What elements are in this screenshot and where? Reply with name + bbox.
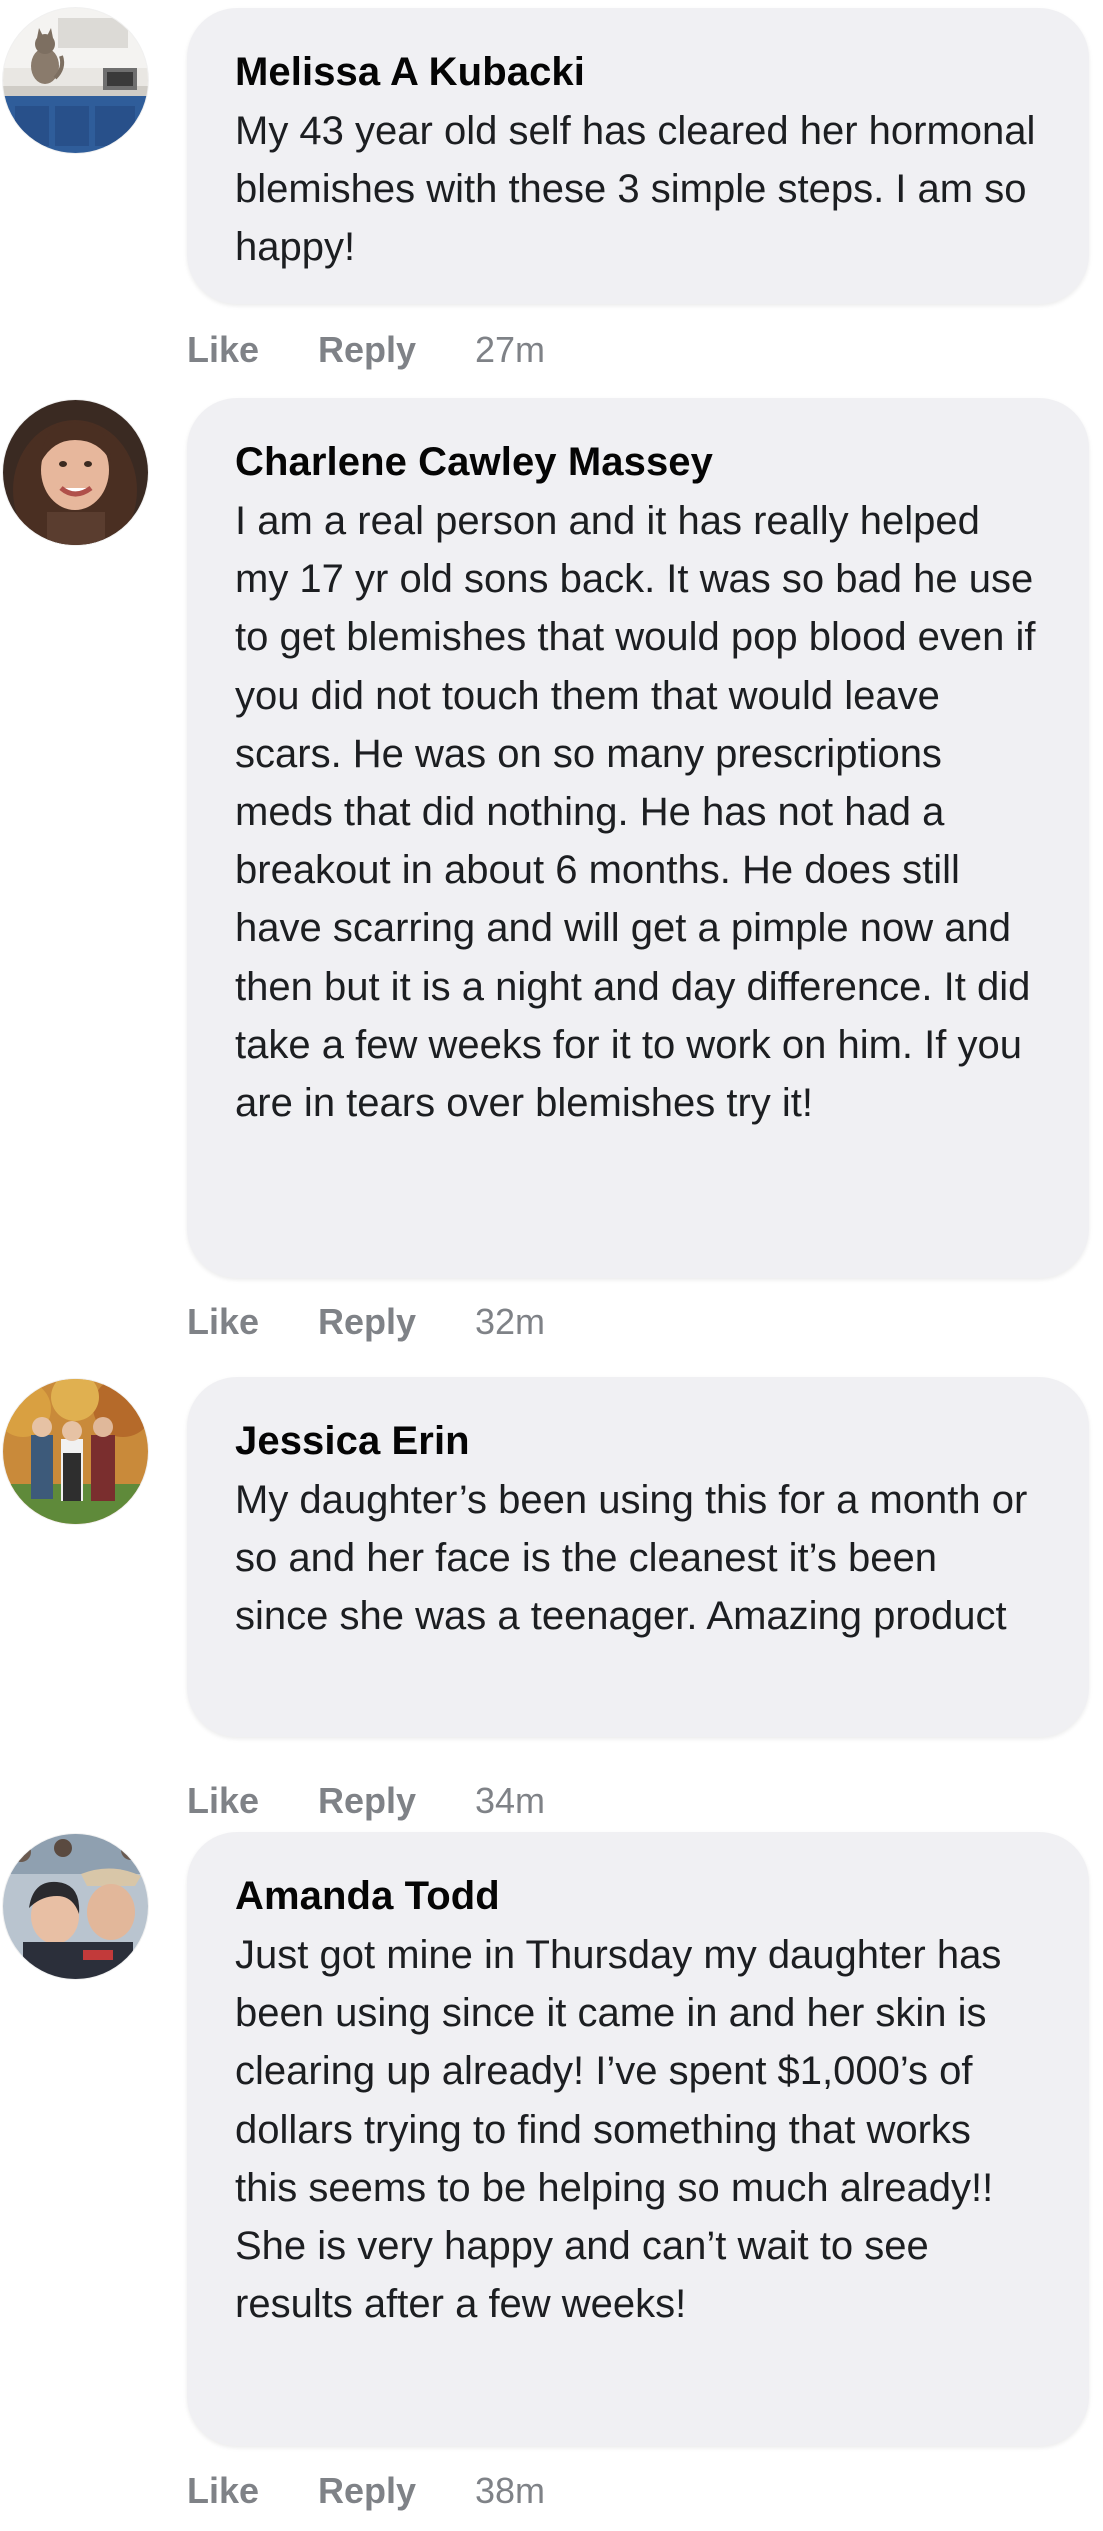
comment-bubble: Charlene Cawley Massey I am a real perso… xyxy=(187,398,1089,1278)
avatar[interactable] xyxy=(3,400,148,545)
reply-button[interactable]: Reply xyxy=(318,1301,475,1343)
like-button[interactable]: Like xyxy=(187,2470,318,2512)
comment-bubble: Jessica Erin My daughter’s been using th… xyxy=(187,1377,1089,1737)
comment-item: Melissa A Kubacki My 43 year old self ha… xyxy=(0,0,1103,380)
profile-photo-couple-selfie-icon xyxy=(3,1834,148,1979)
like-button[interactable]: Like xyxy=(187,329,318,371)
comment-author[interactable]: Jessica Erin xyxy=(235,1417,1041,1465)
reply-button[interactable]: Reply xyxy=(318,329,475,371)
comment-timestamp[interactable]: 38m xyxy=(475,2470,545,2512)
profile-photo-woman-smiling-icon xyxy=(3,400,148,545)
profile-photo-family-autumn-icon xyxy=(3,1379,148,1524)
comment-author[interactable]: Amanda Todd xyxy=(235,1872,1041,1920)
comment-author[interactable]: Melissa A Kubacki xyxy=(235,48,1041,96)
comment-timestamp[interactable]: 27m xyxy=(475,329,545,371)
comment-text: My daughter’s been using this for a mont… xyxy=(235,1478,1028,1639)
avatar[interactable] xyxy=(3,1379,148,1524)
profile-photo-kitchen-cat-icon xyxy=(3,8,148,153)
comment-actions: Like Reply 38m xyxy=(187,2466,545,2516)
comment-timestamp[interactable]: 32m xyxy=(475,1301,545,1343)
comment-text: Just got mine in Thursday my daughter ha… xyxy=(235,1933,1002,2327)
comment-bubble: Amanda Todd Just got mine in Thursday my… xyxy=(187,1832,1089,2446)
avatar[interactable] xyxy=(3,8,148,153)
comment-item: Charlene Cawley Massey I am a real perso… xyxy=(0,380,1103,1355)
comment-author[interactable]: Charlene Cawley Massey xyxy=(235,438,1041,486)
like-button[interactable]: Like xyxy=(187,1301,318,1343)
comment-actions: Like Reply 32m xyxy=(187,1297,545,1347)
comment-text: I am a real person and it has really hel… xyxy=(235,499,1036,1126)
comment-bubble: Melissa A Kubacki My 43 year old self ha… xyxy=(187,8,1089,304)
comment-text: My 43 year old self has cleared her horm… xyxy=(235,109,1036,270)
comment-actions: Like Reply 27m xyxy=(187,325,545,375)
comment-item: Jessica Erin My daughter’s been using th… xyxy=(0,1355,1103,1821)
avatar[interactable] xyxy=(3,1834,148,1979)
reply-button[interactable]: Reply xyxy=(318,2470,475,2512)
comment-item: Amanda Todd Just got mine in Thursday my… xyxy=(0,1810,1103,2531)
